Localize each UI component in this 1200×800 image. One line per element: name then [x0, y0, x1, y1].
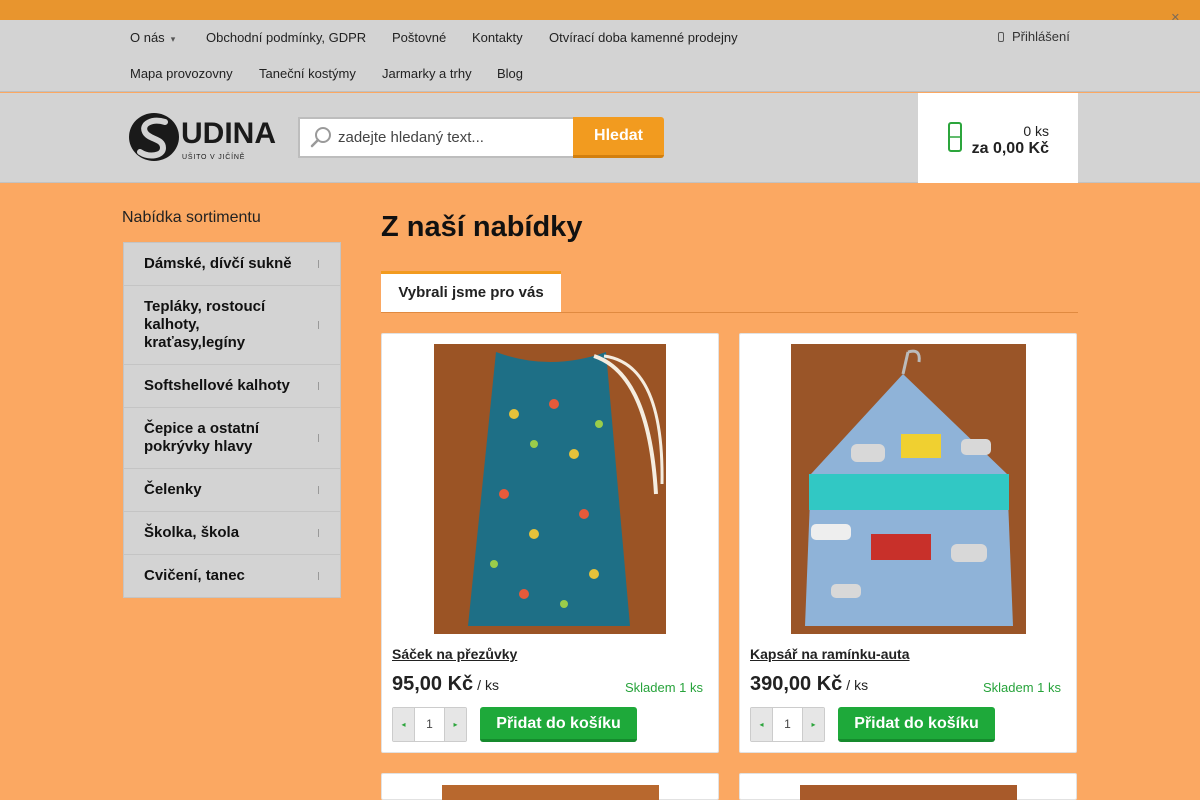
product-image[interactable]	[434, 344, 666, 634]
sidebar-item-sukne[interactable]: Dámské, dívčí sukně	[124, 243, 340, 286]
stock-status: Skladem 1 ks	[624, 680, 703, 695]
menu-item-kostymy[interactable]: Taneční kostýmy	[259, 66, 356, 81]
menu-item-blog[interactable]: Blog	[497, 66, 523, 81]
menu-item-postovne[interactable]: Poštovné	[392, 30, 446, 45]
product-image[interactable]	[800, 785, 1017, 800]
sidebar-item-celenky[interactable]: Čelenky	[124, 469, 340, 512]
page-title: Z naší nabídky	[381, 211, 583, 243]
quantity-value[interactable]: 1	[773, 708, 802, 741]
menu-item-mapa[interactable]: Mapa provozovny	[130, 66, 233, 81]
stock-status: Skladem 1 ks	[982, 680, 1061, 695]
header: UDINA UŠITO V JIČÍNĚ Hledat 0 ks za 0,00…	[0, 93, 1200, 183]
sidebar-item-cviceni[interactable]: Cvičení, tanec	[124, 555, 340, 597]
menu-item-jarmarky[interactable]: Jarmarky a trhy	[382, 66, 472, 81]
chevron-right-icon	[318, 260, 322, 268]
product-image[interactable]	[791, 344, 1026, 634]
sidebar-item-label: Cvičení, tanec	[144, 567, 245, 584]
tab-vybrali[interactable]: Vybrali jsme pro vás	[381, 271, 561, 313]
sidebar-item-label: Dámské, dívčí sukně	[144, 255, 292, 272]
product-title[interactable]: Sáček na přezůvky	[392, 646, 517, 662]
cart-total: za 0,00 Kč	[971, 140, 1049, 157]
logo[interactable]: UDINA UŠITO V JIČÍNĚ	[127, 110, 277, 166]
chevron-right-icon	[318, 572, 322, 580]
menu-item-oteviraci-doba[interactable]: Otvírací doba kamenné prodejny	[549, 30, 738, 45]
login-label: Přihlášení	[1012, 29, 1070, 44]
cart-count: 0 ks	[1023, 123, 1049, 139]
sidebar-title: Nabídka sortimentu	[122, 209, 261, 226]
product-price: 390,00 Kč / ks	[750, 673, 868, 696]
plus-icon[interactable]: ▸	[444, 708, 466, 741]
chevron-down-icon: ▾	[170, 34, 176, 44]
tab-divider	[381, 312, 1078, 313]
product-card: Kapsář na ramínku-auta 390,00 Kč / ks Skl…	[739, 333, 1077, 753]
svg-text:UŠITO V JIČÍNĚ: UŠITO V JIČÍNĚ	[182, 152, 245, 161]
product-card	[381, 773, 719, 800]
minus-icon[interactable]: ◂	[751, 708, 773, 741]
search-button[interactable]: Hledat	[573, 117, 664, 158]
cart-icon	[948, 122, 962, 152]
sidebar-item-skolka[interactable]: Školka, škola	[124, 512, 340, 555]
chevron-right-icon	[318, 321, 322, 329]
sidebar-item-label: Školka, škola	[144, 524, 240, 541]
category-sidebar: Dámské, dívčí sukně Tepláky, rostoucí ka…	[123, 242, 341, 598]
product-card: Sáček na přezůvky 95,00 Kč / ks Skladem 1…	[381, 333, 719, 753]
menu-item-kontakty[interactable]: Kontakty	[472, 30, 523, 45]
svg-text:UDINA: UDINA	[181, 117, 276, 150]
product-title[interactable]: Kapsář na ramínku-auta	[750, 646, 910, 662]
chevron-right-icon	[318, 382, 322, 390]
lock-icon	[998, 32, 1004, 42]
sidebar-item-label: Tepláky, rostoucí kalhoty, kraťasy,legín…	[144, 298, 266, 351]
add-to-cart-button[interactable]: Přidat do košíku	[838, 707, 995, 742]
price-unit: / ks	[846, 677, 869, 693]
search-icon	[310, 127, 331, 148]
product-image[interactable]	[442, 785, 659, 800]
sidebar-item-label: Softshellové kalhoty	[144, 377, 290, 394]
add-to-cart-button[interactable]: Přidat do košíku	[480, 707, 637, 742]
sidebar-item-label: Čelenky	[144, 481, 202, 498]
top-strip: ✕	[0, 0, 1200, 24]
quantity-stepper: ◂ 1 ▸	[750, 707, 825, 742]
product-price: 95,00 Kč / ks	[392, 673, 499, 696]
menu-item-o-nas[interactable]: O nás ▾	[130, 30, 175, 45]
plus-icon[interactable]: ▸	[802, 708, 824, 741]
logo-graphic: UDINA UŠITO V JIČÍNĚ	[129, 113, 276, 161]
sidebar-item-label: Čepice a ostatní pokrývky hlavy	[144, 420, 260, 455]
price-value: 95,00 Kč	[392, 673, 474, 695]
chevron-right-icon	[318, 529, 322, 537]
quantity-value[interactable]: 1	[415, 708, 444, 741]
sidebar-item-cepice[interactable]: Čepice a ostatní pokrývky hlavy	[124, 408, 340, 469]
cart[interactable]: 0 ks za 0,00 Kč	[918, 93, 1078, 183]
quantity-stepper: ◂ 1 ▸	[392, 707, 467, 742]
sidebar-item-teplaky[interactable]: Tepláky, rostoucí kalhoty, kraťasy,legín…	[124, 286, 340, 365]
main-menu: O nás ▾ Obchodní podmínky, GDPR Poštovné …	[0, 20, 1200, 92]
chevron-right-icon	[318, 486, 322, 494]
search-input[interactable]	[338, 119, 570, 156]
sidebar-item-softshell[interactable]: Softshellové kalhoty	[124, 365, 340, 408]
menu-item-obchodni-podminky[interactable]: Obchodní podmínky, GDPR	[206, 30, 366, 45]
search-box	[298, 117, 574, 158]
chevron-right-icon	[318, 434, 322, 442]
minus-icon[interactable]: ◂	[393, 708, 415, 741]
product-card	[739, 773, 1077, 800]
menu-item-label: O nás	[130, 30, 165, 45]
price-unit: / ks	[477, 677, 499, 693]
login-link[interactable]: Přihlášení	[998, 29, 1070, 44]
price-value: 390,00 Kč	[750, 673, 843, 695]
